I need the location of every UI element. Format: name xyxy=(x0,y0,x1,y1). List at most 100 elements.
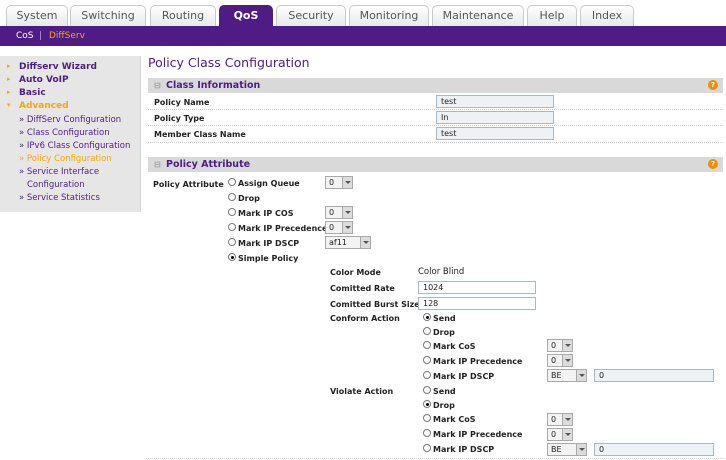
subnav-diffserv[interactable]: DiffServ xyxy=(49,26,85,46)
chevron-right-icon: ▸ xyxy=(7,88,11,96)
violate-mark-dscp-radio[interactable] xyxy=(423,444,431,452)
drop-radio[interactable] xyxy=(228,193,236,201)
policy-name-row: Policy Name test xyxy=(148,95,723,110)
select-value: 0 xyxy=(329,208,335,217)
select-value: 0 xyxy=(551,430,557,439)
conform-mark-dscp-label: Mark IP DSCP xyxy=(433,372,495,381)
tab-qos[interactable]: QoS xyxy=(219,5,273,26)
sidebar: ▸ Diffserv Wizard ▸ Auto VoIP ▸ Basic ▾ … xyxy=(0,56,141,212)
collapse-icon[interactable]: ⊟ xyxy=(154,78,161,93)
mark-ip-precedence-label: Mark IP Precedence xyxy=(238,224,328,233)
help-icon[interactable]: ? xyxy=(708,80,718,90)
conform-mark-dscp-radio[interactable] xyxy=(423,371,431,379)
violate-mark-prec-radio[interactable] xyxy=(423,429,431,437)
tab-system[interactable]: System xyxy=(6,5,68,26)
help-icon[interactable]: ? xyxy=(708,159,718,169)
committed-rate-label: Comitted Rate xyxy=(330,284,395,293)
mark-ip-precedence-radio[interactable] xyxy=(228,223,236,231)
conform-mark-cos-label: Mark CoS xyxy=(433,342,476,351)
violate-mark-dscp-label: Mark IP DSCP xyxy=(433,445,495,454)
assign-queue-select[interactable]: 0 xyxy=(325,176,353,189)
section-title: Policy Attribute xyxy=(166,159,251,170)
select-value: af11 xyxy=(329,238,347,247)
conform-send-label: Send xyxy=(433,314,456,323)
violate-mark-prec-select[interactable]: 0 xyxy=(547,428,573,441)
violate-send-radio[interactable] xyxy=(423,386,431,394)
mark-ip-cos-radio[interactable] xyxy=(228,208,236,216)
subnav-cos[interactable]: CoS xyxy=(16,26,34,46)
sidebar-item-label: » Service Statistics xyxy=(19,193,100,203)
policy-name-label: Policy Name xyxy=(154,98,210,107)
conform-drop-label: Drop xyxy=(433,328,455,337)
sidebar-item-label: Auto VoIP xyxy=(19,75,69,85)
conform-mark-prec-select[interactable]: 0 xyxy=(547,354,573,367)
page-title: Policy Class Configuration xyxy=(148,55,310,70)
chevron-right-icon: ▸ xyxy=(7,75,11,83)
tab-monitoring[interactable]: Monitoring xyxy=(349,5,429,26)
dropdown-arrow-icon xyxy=(576,370,586,381)
dropdown-arrow-icon xyxy=(342,207,352,218)
member-class-value: test xyxy=(436,127,554,140)
violate-mark-cos-select[interactable]: 0 xyxy=(547,413,573,426)
mark-ip-cos-label: Mark IP COS xyxy=(238,209,294,218)
tab-switching[interactable]: Switching xyxy=(70,5,146,26)
mark-ip-dscp-radio[interactable] xyxy=(228,238,236,246)
mark-ip-dscp-select[interactable]: af11 xyxy=(325,236,371,249)
sidebar-item-label: » Class Configuration xyxy=(19,128,110,138)
tab-index[interactable]: Index xyxy=(580,5,634,26)
mark-ip-precedence-select[interactable]: 0 xyxy=(325,221,353,234)
violate-mark-cos-label: Mark CoS xyxy=(433,415,476,424)
member-class-label: Member Class Name xyxy=(154,130,246,139)
member-class-row: Member Class Name test xyxy=(148,127,723,143)
chevron-right-icon: ▸ xyxy=(7,62,11,70)
violate-send-label: Send xyxy=(433,387,456,396)
policy-name-value: test xyxy=(436,95,554,108)
conform-mark-cos-select[interactable]: 0 xyxy=(547,339,573,352)
mark-ip-dscp-label: Mark IP DSCP xyxy=(238,239,300,248)
dropdown-arrow-icon xyxy=(562,414,572,425)
policy-type-value: In xyxy=(436,111,554,124)
collapse-icon[interactable]: ⊟ xyxy=(154,157,161,172)
violate-action-label: Violate Action xyxy=(330,387,394,396)
conform-dscp-input[interactable]: 0 xyxy=(594,369,714,382)
select-value: 0 xyxy=(329,178,335,187)
assign-queue-radio[interactable] xyxy=(228,178,236,186)
tab-maintenance[interactable]: Maintenance xyxy=(432,5,524,26)
simple-policy-label: Simple Policy xyxy=(238,254,299,263)
dropdown-arrow-icon xyxy=(562,429,572,440)
sub-navigation: CoS | DiffServ xyxy=(0,26,726,46)
dropdown-arrow-icon xyxy=(342,222,352,233)
assign-queue-label: Assign Queue xyxy=(238,179,300,188)
top-navigation: System Switching Routing QoS Security Mo… xyxy=(0,0,726,26)
select-value: 0 xyxy=(551,341,557,350)
dropdown-arrow-icon xyxy=(342,177,352,188)
select-value: 0 xyxy=(329,223,335,232)
violate-mark-prec-label: Mark IP Precedence xyxy=(433,430,523,439)
violate-dscp-input[interactable]: 0 xyxy=(594,443,714,456)
sidebar-item-label: Configuration xyxy=(27,180,85,190)
conform-mark-prec-radio[interactable] xyxy=(423,356,431,364)
conform-mark-dscp-select[interactable]: BE xyxy=(547,369,587,382)
tab-help[interactable]: Help xyxy=(527,5,577,26)
tab-security[interactable]: Security xyxy=(276,5,346,26)
policy-type-label: Policy Type xyxy=(154,114,205,123)
violate-mark-cos-radio[interactable] xyxy=(423,414,431,422)
sidebar-item-label: » Service Interface xyxy=(19,167,100,177)
conform-send-radio[interactable] xyxy=(423,313,431,321)
simple-policy-radio[interactable] xyxy=(228,253,236,261)
color-mode-label: Color Mode xyxy=(330,268,381,277)
violate-mark-dscp-select[interactable]: BE xyxy=(547,443,587,456)
sidebar-item-label: Diffserv Wizard xyxy=(19,62,97,72)
policy-type-row: Policy Type In xyxy=(148,111,723,126)
select-value: BE xyxy=(551,371,562,380)
mark-ip-cos-select[interactable]: 0 xyxy=(325,206,353,219)
committed-burst-input[interactable]: 128 xyxy=(418,297,536,310)
tab-routing[interactable]: Routing xyxy=(150,5,216,26)
committed-rate-input[interactable]: 1024 xyxy=(418,281,536,294)
conform-mark-cos-radio[interactable] xyxy=(423,341,431,349)
policy-attribute-header: ⊟ Policy Attribute ? xyxy=(148,157,723,172)
conform-drop-radio[interactable] xyxy=(423,327,431,335)
dropdown-arrow-icon xyxy=(360,237,370,248)
section-title: Class Information xyxy=(166,80,261,91)
violate-drop-radio[interactable] xyxy=(423,400,431,408)
